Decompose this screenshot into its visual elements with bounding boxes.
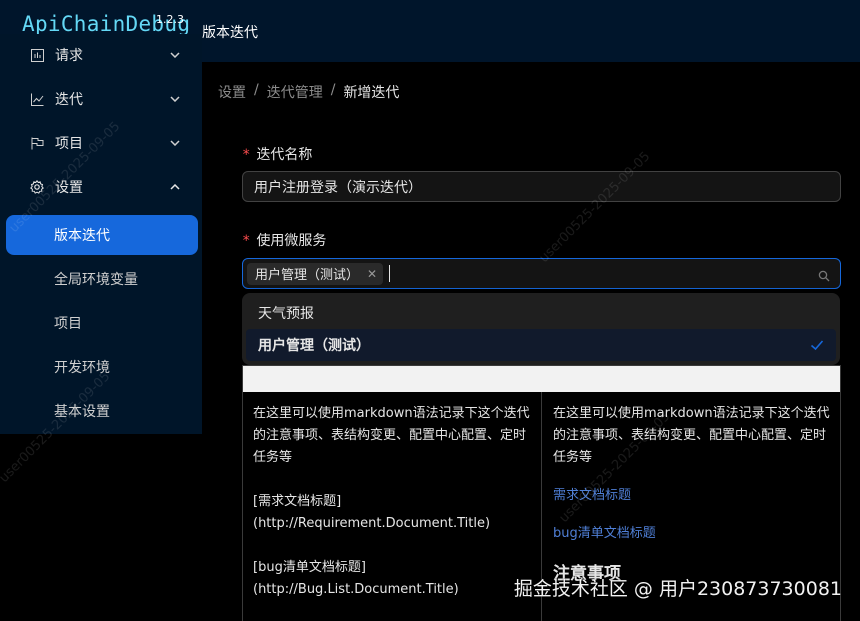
microservice-label: * 使用微服务 bbox=[242, 230, 326, 250]
sidebar-subitem-label: 开发环境 bbox=[54, 360, 110, 376]
sidebar-subitem-label: 全局环境变量 bbox=[54, 272, 138, 288]
check-icon bbox=[810, 338, 824, 352]
source-link2-text: [bug清单文档标题] bbox=[253, 560, 366, 575]
sidebar-item-label: 迭代 bbox=[55, 92, 83, 108]
sidebar-item-requests[interactable]: 请求 bbox=[0, 35, 202, 75]
source-link1-text: [需求文档标题] bbox=[253, 494, 342, 509]
preview-link-bug-list[interactable]: bug清单文档标题 bbox=[553, 523, 830, 545]
microservice-dropdown: 天气预报 用户管理（测试） bbox=[242, 293, 840, 365]
source-link2-url: (http://Bug.List.Document.Title) bbox=[253, 582, 459, 597]
preview-link-requirement[interactable]: 需求文档标题 bbox=[553, 485, 830, 507]
breadcrumb-item-settings[interactable]: 设置 bbox=[218, 82, 246, 102]
source-link1-url: (http://Requirement.Document.Title) bbox=[253, 516, 491, 531]
sidebar-subitem-label: 版本迭代 bbox=[54, 228, 110, 244]
close-icon[interactable]: ✕ bbox=[367, 267, 377, 281]
dropdown-option[interactable]: 天气预报 bbox=[246, 297, 836, 329]
line-chart-icon bbox=[30, 92, 44, 106]
editor-toolbar bbox=[243, 366, 840, 392]
sidebar-subitem-version-iteration[interactable]: 版本迭代 bbox=[6, 215, 198, 255]
app-version: 1.2.3 bbox=[156, 13, 184, 26]
sidebar-item-label: 项目 bbox=[55, 136, 83, 152]
selected-tag: 用户管理（测试） ✕ bbox=[247, 262, 384, 285]
microservice-label-text: 使用微服务 bbox=[256, 233, 327, 249]
sidebar-subitem-basic-settings[interactable]: 基本设置 bbox=[6, 391, 198, 431]
breadcrumb-item-iteration-management[interactable]: 迭代管理 bbox=[267, 82, 323, 102]
selected-tag-label: 用户管理（测试） bbox=[255, 268, 360, 283]
dropdown-option-selected[interactable]: 用户管理（测试） bbox=[246, 329, 836, 361]
markdown-source-pane[interactable]: 在这里可以使用markdown语法记录下这个迭代的注意事项、表结构变更、配置中心… bbox=[243, 392, 542, 621]
sidebar-subitem-global-env[interactable]: 全局环境变量 bbox=[6, 259, 198, 299]
iteration-name-input[interactable]: 用户注册登录（演示迭代） bbox=[242, 171, 841, 202]
breadcrumb-separator: / bbox=[330, 82, 336, 98]
microservice-select[interactable]: 用户管理（测试） ✕ bbox=[242, 258, 841, 289]
required-mark: * bbox=[242, 147, 251, 163]
breadcrumb-separator: / bbox=[254, 82, 259, 98]
search-icon bbox=[818, 267, 830, 282]
text-cursor bbox=[389, 265, 391, 282]
gear-icon bbox=[30, 180, 44, 194]
sidebar-subitem-label: 项目 bbox=[54, 316, 82, 332]
chevron-down-icon bbox=[170, 138, 180, 148]
dropdown-option-label: 用户管理（测试） bbox=[258, 338, 370, 354]
sidebar: 请求 迭代 项目 设置 版本迭代 全局环境变量 项目 开发环境 基本设置 bbox=[0, 34, 202, 434]
source-intro-text: 在这里可以使用markdown语法记录下这个迭代的注意事项、表结构变更、配置中心… bbox=[253, 406, 530, 465]
flag-icon bbox=[30, 136, 44, 150]
chart-icon bbox=[30, 48, 44, 62]
sidebar-subitem-dev-env[interactable]: 开发环境 bbox=[6, 347, 198, 387]
sidebar-item-iterations[interactable]: 迭代 bbox=[0, 79, 202, 119]
dropdown-option-label: 天气预报 bbox=[258, 306, 314, 322]
iteration-name-label-text: 迭代名称 bbox=[256, 147, 313, 163]
sidebar-item-label: 请求 bbox=[55, 48, 83, 64]
sidebar-subitem-project[interactable]: 项目 bbox=[6, 303, 198, 343]
credit-watermark: 掘金技术社区 @ 用户230873730081 bbox=[513, 578, 842, 600]
chevron-up-icon bbox=[170, 182, 180, 192]
sidebar-subitem-label: 基本设置 bbox=[54, 404, 110, 420]
sidebar-item-settings[interactable]: 设置 bbox=[0, 167, 202, 207]
preview-intro-text: 在这里可以使用markdown语法记录下这个迭代的注意事项、表结构变更、配置中心… bbox=[553, 406, 830, 465]
required-mark: * bbox=[242, 233, 251, 249]
main-content: 设置 / 迭代管理 / 新增迭代 * 迭代名称 用户注册登录（演示迭代） * 使用微… bbox=[202, 62, 860, 621]
iteration-name-value: 用户注册登录（演示迭代） bbox=[254, 179, 422, 196]
iteration-name-label: * 迭代名称 bbox=[242, 144, 312, 164]
breadcrumb: 设置 / 迭代管理 / 新增迭代 bbox=[218, 82, 399, 102]
chevron-down-icon bbox=[170, 94, 180, 104]
sidebar-item-label: 设置 bbox=[55, 180, 83, 196]
sidebar-item-projects[interactable]: 项目 bbox=[0, 123, 202, 163]
breadcrumb-item-new-iteration: 新增迭代 bbox=[343, 85, 400, 101]
chevron-down-icon bbox=[170, 50, 180, 60]
sidebar-empty-area bbox=[0, 434, 202, 621]
page-title: 版本迭代 bbox=[202, 25, 258, 41]
